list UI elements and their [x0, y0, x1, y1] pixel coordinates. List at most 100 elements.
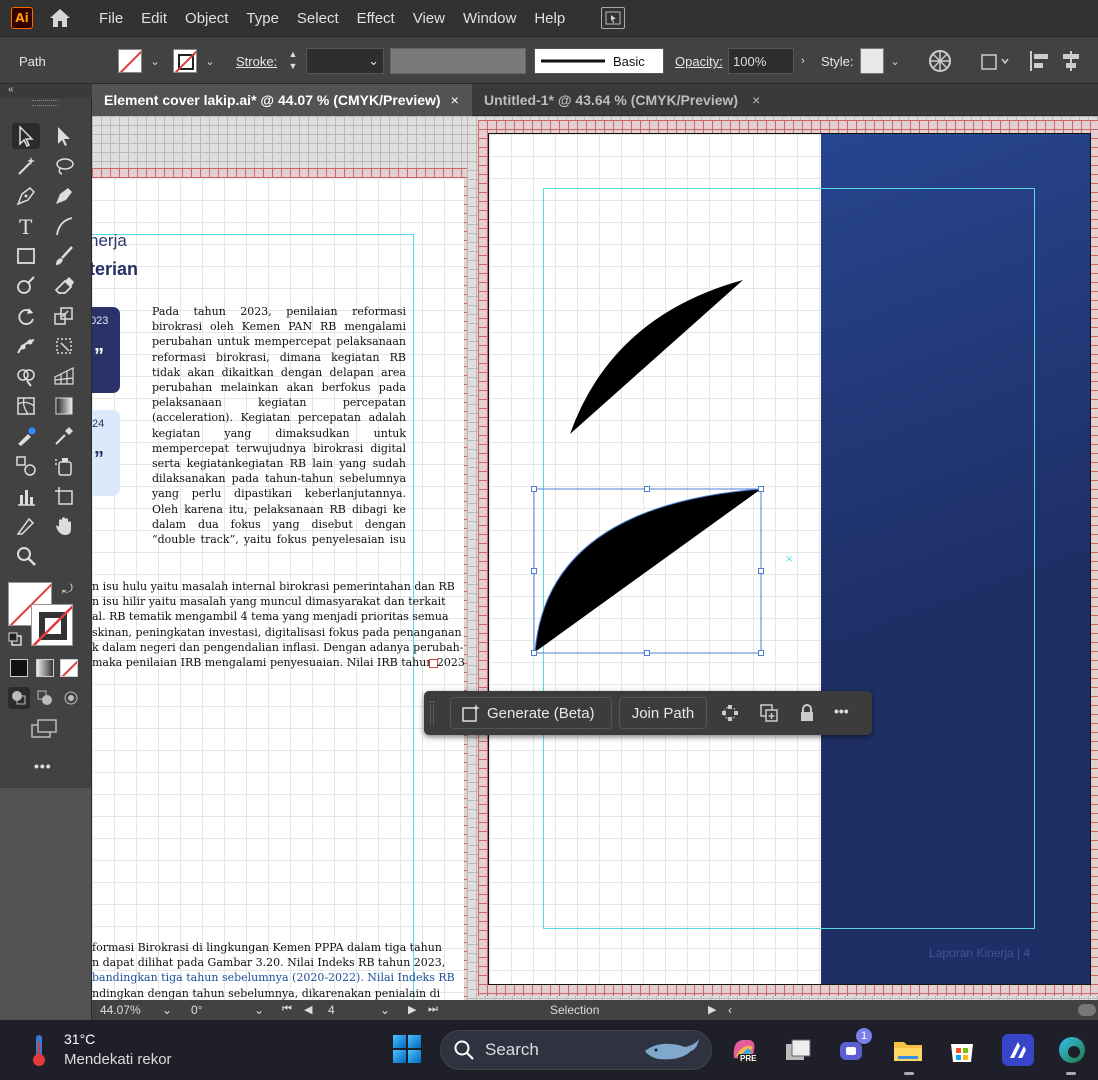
more-options-icon[interactable]: ••• [834, 703, 849, 719]
crescent-shape-top[interactable] [570, 280, 743, 434]
arrange-documents-icon[interactable] [601, 7, 626, 29]
recolor-artwork-icon[interactable] [928, 49, 952, 73]
stroke-weight-field[interactable]: ⌄ [306, 48, 384, 74]
zoom-level-field[interactable]: 44.07% [100, 1003, 141, 1017]
zoom-tool-icon[interactable] [12, 543, 40, 569]
pinned-app-icon[interactable] [1002, 1034, 1034, 1066]
style-dropdown-icon[interactable]: ⌄ [886, 49, 904, 73]
live-paint-bucket-tool-icon[interactable] [12, 423, 40, 449]
thermometer-icon[interactable] [28, 1032, 50, 1068]
canvas-area[interactable]: nerja terian 023 ” 24 ” Pada tahun 2023,… [92, 116, 1098, 1000]
taskbar-search-box[interactable]: Search [440, 1030, 712, 1070]
direct-selection-tool-icon[interactable] [50, 123, 78, 149]
free-transform-tool-icon[interactable] [50, 333, 78, 359]
task-bar-grip[interactable] [430, 701, 434, 725]
none-mode-icon[interactable] [60, 659, 78, 677]
stroke-label[interactable]: Stroke: [236, 54, 277, 69]
menu-effect[interactable]: Effect [357, 10, 395, 27]
line-segment-tool-icon[interactable] [50, 213, 78, 239]
graphic-style-swatch[interactable] [860, 48, 884, 74]
fill-swatch[interactable] [118, 49, 142, 73]
join-path-button[interactable]: Join Path [619, 697, 707, 729]
menu-object[interactable]: Object [185, 10, 228, 27]
artboard-dropdown-icon[interactable]: ⌄ [380, 1003, 390, 1017]
lock-icon[interactable] [797, 703, 817, 723]
symbol-sprayer-tool-icon[interactable] [50, 453, 78, 479]
puppet-warp-tool-icon[interactable] [12, 333, 40, 359]
draw-inside-icon[interactable] [60, 687, 82, 709]
rectangle-tool-icon[interactable] [12, 243, 40, 269]
paintbrush-tool-icon[interactable] [50, 243, 78, 269]
gradient-mode-icon[interactable] [36, 659, 54, 677]
tab-element-cover[interactable]: Element cover lakip.ai* @ 44.07 % (CMYK/… [92, 84, 472, 116]
gradient-tool-icon[interactable] [50, 393, 78, 419]
opacity-label[interactable]: Opacity: [675, 54, 723, 69]
color-mode-icon[interactable] [10, 659, 28, 677]
transform-icon[interactable] [978, 49, 1010, 73]
blend-tool-icon[interactable] [12, 453, 40, 479]
draw-normal-icon[interactable] [8, 687, 30, 709]
close-icon[interactable]: × [752, 92, 760, 108]
duplicate-icon[interactable] [759, 703, 779, 723]
stroke-dropdown-icon[interactable]: ⌄ [201, 49, 219, 73]
rotate-tool-icon[interactable] [12, 303, 40, 329]
task-view-icon[interactable] [782, 1034, 814, 1066]
type-tool-icon[interactable]: T [12, 213, 40, 239]
menu-help[interactable]: Help [534, 10, 565, 27]
eraser-tool-icon[interactable] [50, 273, 78, 299]
column-graph-tool-icon[interactable] [12, 483, 40, 509]
zoom-dropdown-icon[interactable]: ⌄ [162, 1003, 172, 1017]
default-fill-stroke-icon[interactable] [8, 632, 22, 646]
scale-tool-icon[interactable] [50, 303, 78, 329]
hand-tool-icon[interactable] [50, 513, 78, 539]
shape-builder-tool-icon[interactable] [12, 363, 40, 389]
align-center-icon[interactable] [1060, 49, 1082, 73]
menu-edit[interactable]: Edit [141, 10, 167, 27]
menu-select[interactable]: Select [297, 10, 339, 27]
opacity-arrow-icon[interactable]: › [794, 49, 812, 73]
magic-wand-tool-icon[interactable] [12, 153, 40, 179]
pen-tool-icon[interactable] [12, 183, 40, 209]
windows-start-icon[interactable] [392, 1034, 422, 1064]
crescent-shape-selected[interactable] [535, 489, 761, 652]
selection-tool-icon[interactable] [12, 123, 40, 149]
align-left-icon[interactable] [1028, 49, 1050, 73]
menu-window[interactable]: Window [463, 10, 516, 27]
stroke-color-swatch[interactable] [31, 604, 73, 646]
scroll-left-icon[interactable]: ‹ [728, 1003, 732, 1017]
file-explorer-icon[interactable] [892, 1034, 924, 1066]
perspective-grid-tool-icon[interactable] [50, 363, 78, 389]
variable-width-profile[interactable] [390, 48, 526, 74]
collapse-panels-button[interactable]: « [0, 84, 92, 98]
opacity-field[interactable]: 100% [728, 48, 794, 74]
microsoft-store-icon[interactable] [946, 1034, 978, 1066]
anchor-points-icon[interactable] [720, 703, 740, 723]
menu-type[interactable]: Type [246, 10, 279, 27]
menu-file[interactable]: File [99, 10, 123, 27]
draw-behind-icon[interactable] [34, 687, 56, 709]
tab-untitled-1[interactable]: Untitled-1* @ 43.64 % (CMYK/Preview) × [472, 84, 772, 116]
menu-view[interactable]: View [413, 10, 445, 27]
home-icon[interactable] [47, 5, 73, 31]
teams-chat-icon[interactable]: 1 [836, 1028, 872, 1066]
lasso-tool-icon[interactable] [50, 153, 78, 179]
brush-definition[interactable]: Basic [534, 48, 664, 74]
status-menu-arrow-icon[interactable]: ▶ [708, 1003, 716, 1016]
artboard-tool-icon[interactable] [50, 483, 78, 509]
artboard-number-field[interactable]: 4 [328, 1003, 335, 1017]
previous-artboard-icon[interactable]: ◀ [304, 1003, 312, 1016]
shaper-tool-icon[interactable] [12, 273, 40, 299]
stroke-weight-stepper[interactable]: ▲ ▼ [284, 48, 302, 74]
screen-mode-icon[interactable] [30, 718, 60, 740]
first-artboard-icon[interactable]: ⏮ [282, 1003, 292, 1016]
fill-dropdown-icon[interactable]: ⌄ [146, 49, 164, 73]
generate-beta-button[interactable]: Generate (Beta) [450, 697, 612, 729]
close-icon[interactable]: × [451, 92, 459, 108]
edge-browser-icon[interactable] [1056, 1034, 1088, 1066]
slice-tool-icon[interactable] [12, 513, 40, 539]
last-artboard-icon[interactable]: ⏭ [428, 1003, 438, 1016]
swap-fill-stroke-icon[interactable]: ⤾ [62, 581, 76, 596]
toolbar-grip[interactable] [32, 100, 58, 106]
mesh-tool-icon[interactable] [12, 393, 40, 419]
next-artboard-icon[interactable]: ▶ [408, 1003, 416, 1016]
